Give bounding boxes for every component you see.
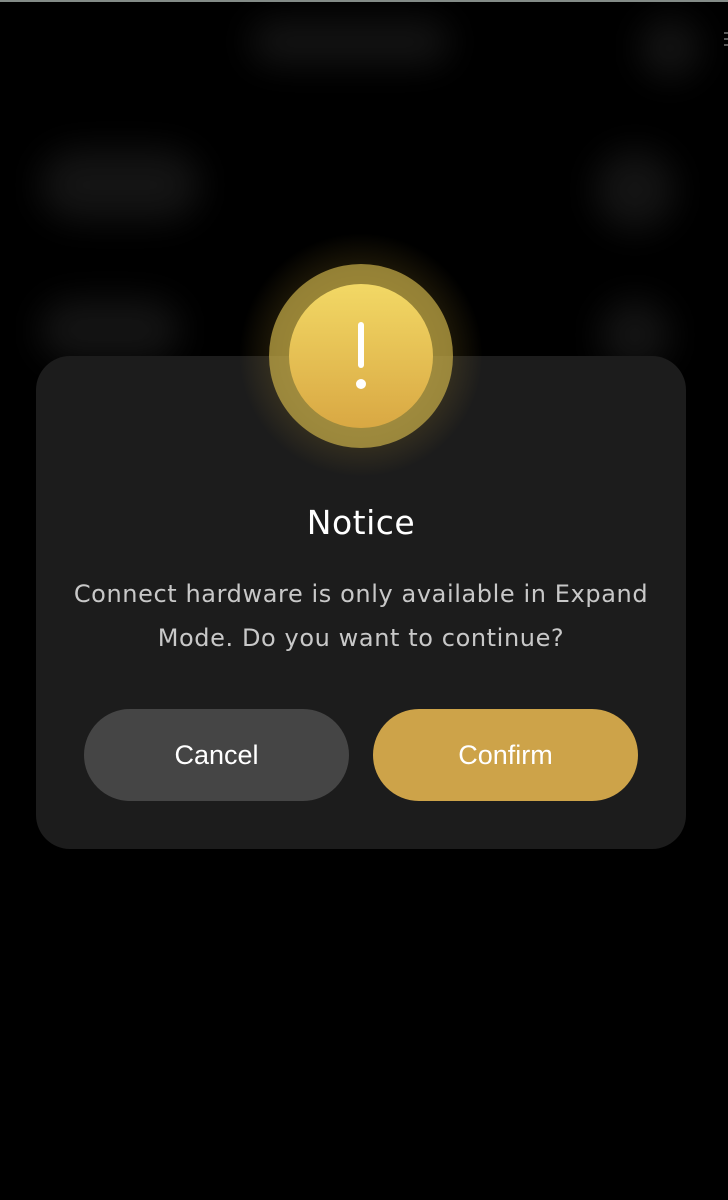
dialog-message: Connect hardware is only available in Ex… bbox=[73, 580, 649, 652]
dialog-title: Notice bbox=[306, 503, 416, 542]
cancel-button[interactable]: Cancel bbox=[84, 709, 349, 801]
screen: Notice Connect hardware is only availabl… bbox=[0, 0, 728, 1200]
confirm-button[interactable]: Confirm bbox=[373, 709, 638, 801]
exclamation-icon bbox=[289, 284, 433, 428]
